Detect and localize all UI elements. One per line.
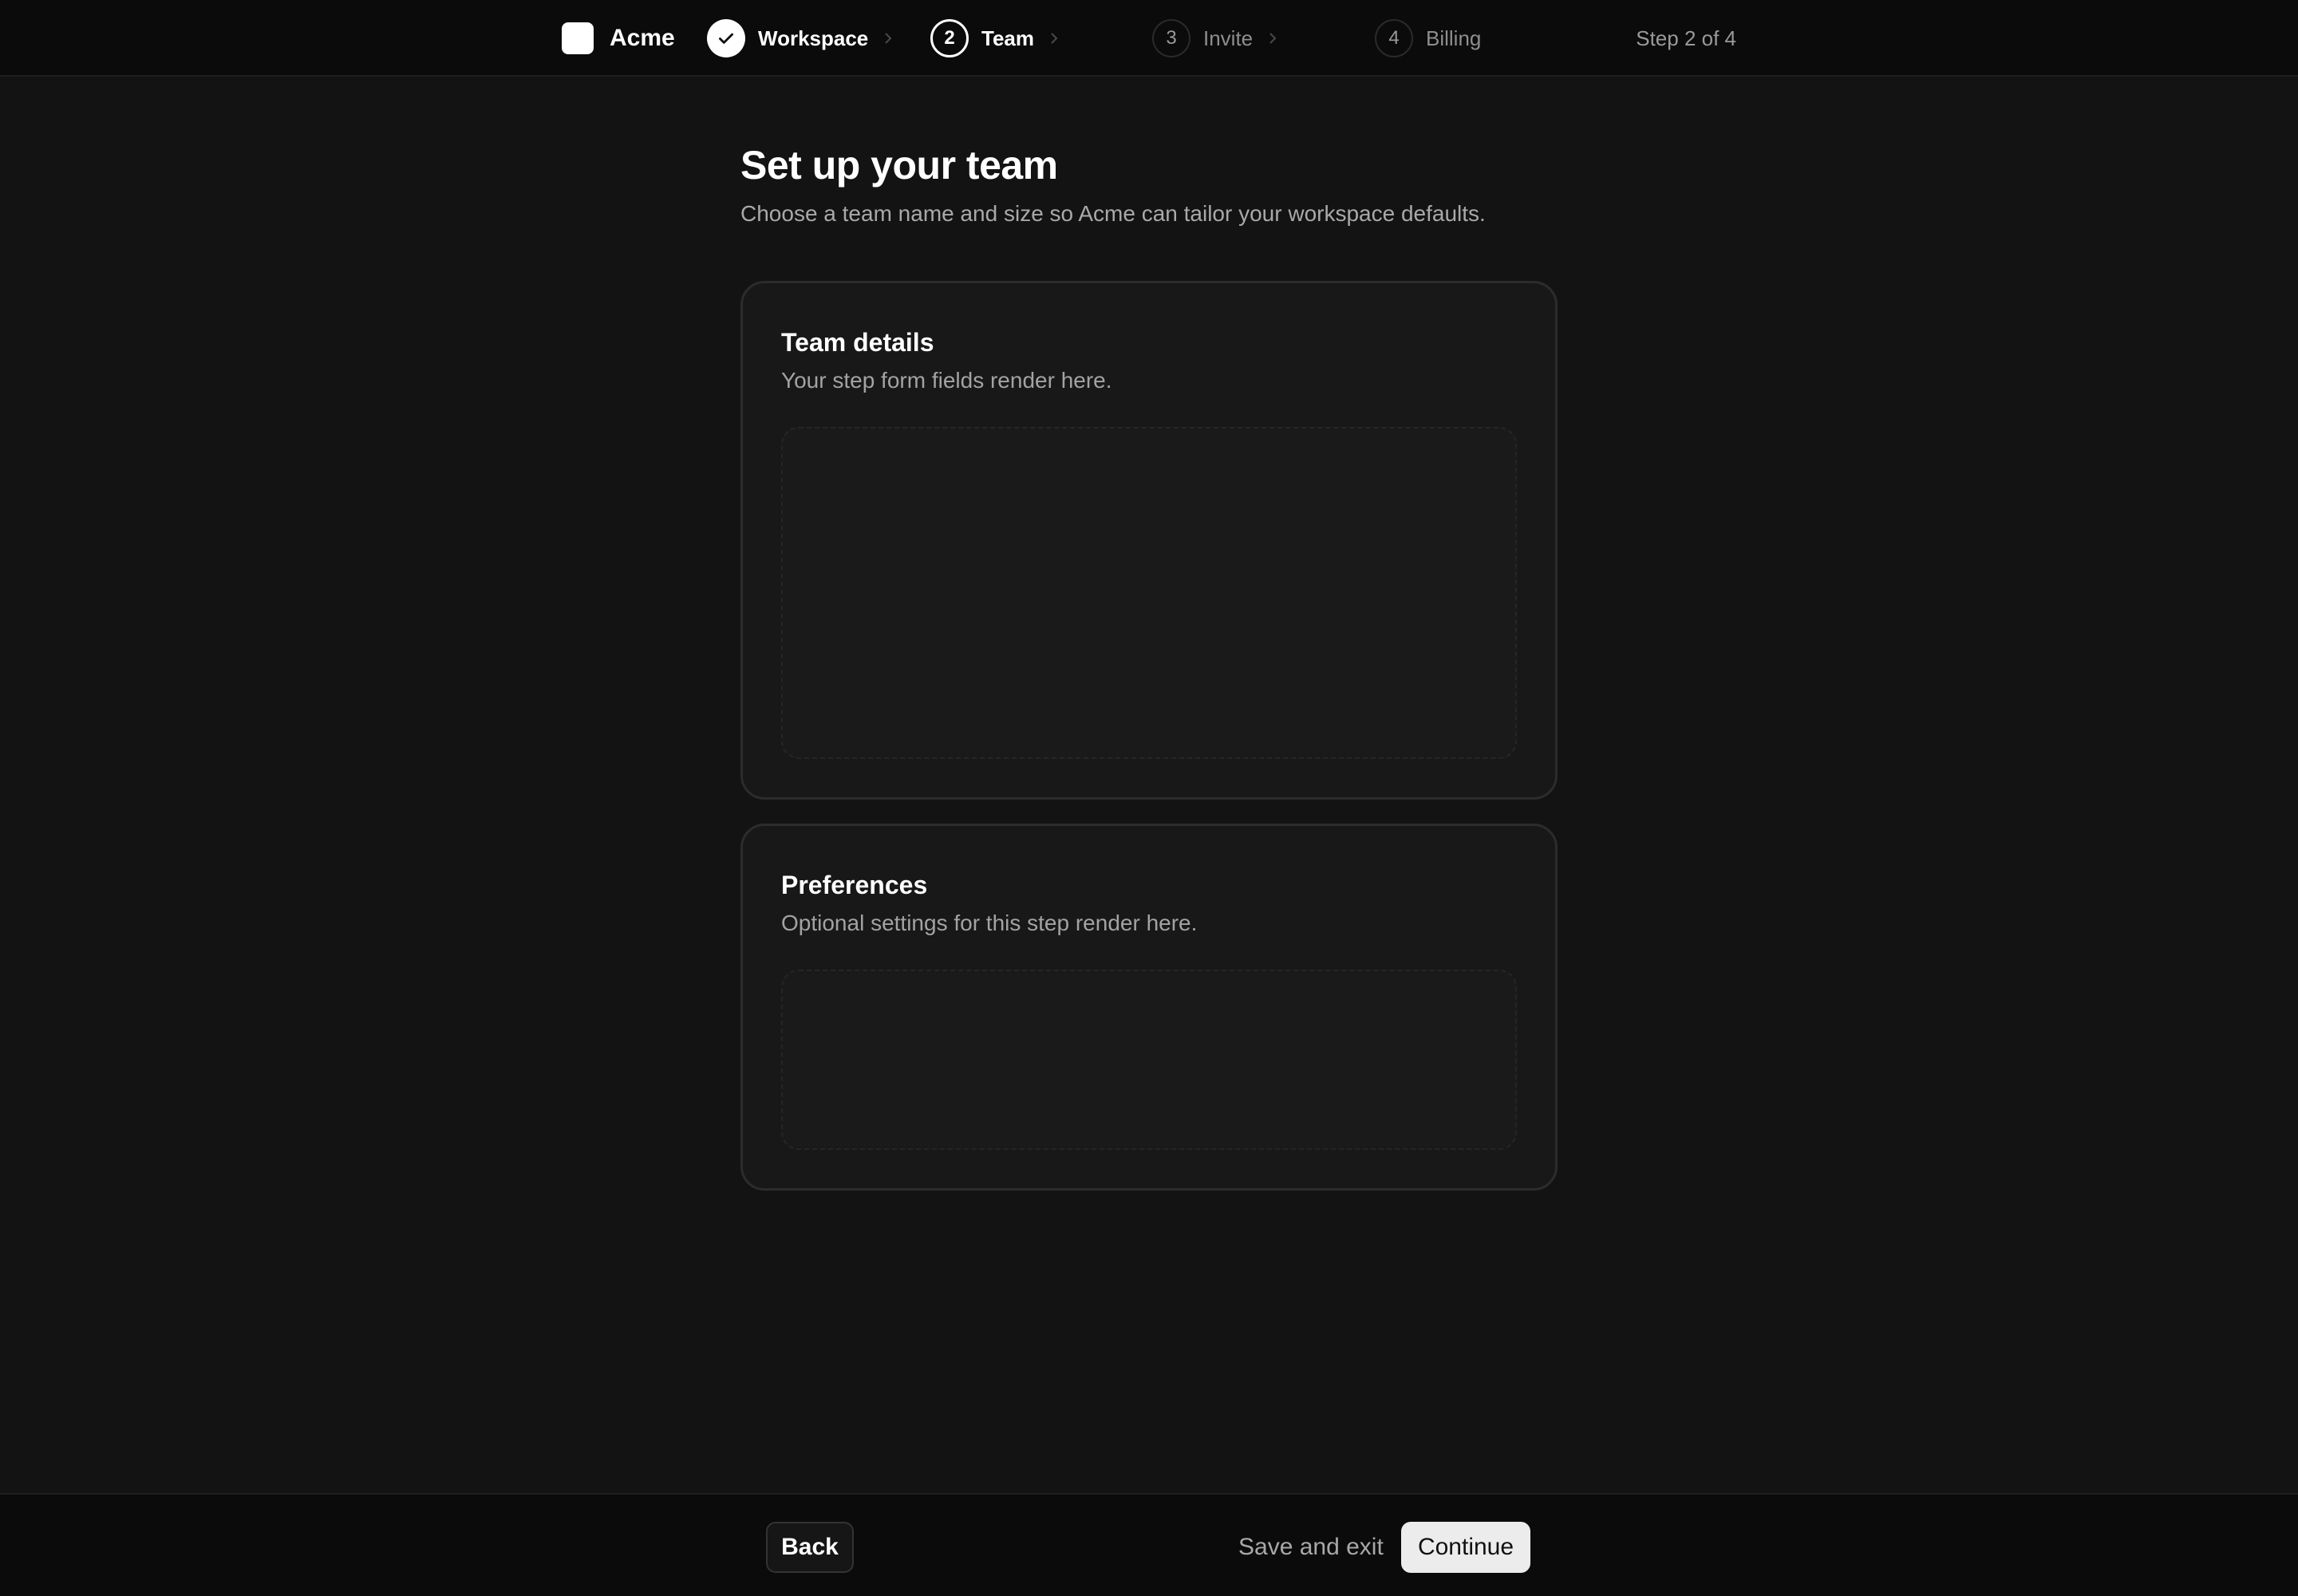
page-subtitle: Choose a team name and size so Acme can … (740, 201, 1486, 226)
card-title: Team details (781, 328, 934, 357)
card-description: Optional settings for this step render h… (781, 911, 1198, 935)
step-counter: Step 2 of 4 (1636, 26, 1736, 50)
step-badge-invite: 3 (1152, 19, 1190, 57)
card-description: Your step form fields render here. (781, 368, 1112, 393)
form-fields-placeholder (781, 427, 1517, 759)
continue-button[interactable]: Continue (1401, 1522, 1530, 1573)
card-title: Preferences (781, 871, 928, 899)
step-billing[interactable]: 4 Billing (1375, 19, 1481, 57)
wizard-footer: Back Save and exit Continue (0, 1493, 2298, 1596)
step-badge-team: 2 (930, 19, 969, 57)
chevron-right-icon (1267, 30, 1278, 46)
step-label-team: Team (981, 26, 1034, 50)
square-logo-icon (562, 22, 594, 54)
step-team[interactable]: 2 Team (930, 19, 1060, 57)
preferences-card: Preferences Optional settings for this s… (740, 824, 1558, 1191)
step-workspace[interactable]: Workspace (707, 19, 894, 57)
chevron-right-icon (882, 30, 894, 46)
team-details-card: Team details Your step form fields rende… (740, 281, 1558, 800)
page-title: Set up your team (740, 143, 1058, 188)
back-button[interactable]: Back (766, 1522, 854, 1573)
step-badge-billing: 4 (1375, 19, 1413, 57)
check-icon (719, 33, 733, 44)
step-label-billing: Billing (1426, 26, 1482, 50)
brand[interactable]: Acme (562, 22, 675, 54)
step-label-invite: Invite (1203, 26, 1254, 50)
step-badge-workspace (707, 19, 745, 57)
step-invite[interactable]: 3 Invite (1152, 19, 1278, 57)
brand-name: Acme (610, 25, 675, 51)
step-label-workspace: Workspace (758, 26, 869, 50)
save-and-exit-button[interactable]: Save and exit (1238, 1522, 1384, 1573)
settings-placeholder (781, 970, 1517, 1150)
chevron-right-icon (1048, 30, 1060, 46)
stepper-header: Acme Workspace 2 Team 3 Invite 4 Billing… (0, 0, 2298, 77)
